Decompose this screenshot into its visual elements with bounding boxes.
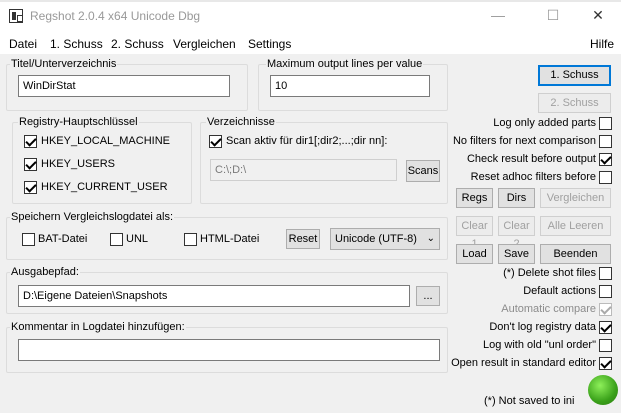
hku-checkbox[interactable] <box>24 158 37 171</box>
menu-1-schuss[interactable]: 1. Schuss <box>50 37 103 51</box>
regs-button[interactable]: Regs <box>456 188 493 208</box>
open-result-label: Open result in standard editor <box>451 357 596 369</box>
status-text: (*) Not saved to ini <box>484 395 575 407</box>
max-lines-label: Maximum output lines per value <box>266 58 424 70</box>
browse-button[interactable]: ... <box>416 286 440 306</box>
html-checkbox[interactable] <box>184 233 197 246</box>
menu-datei[interactable]: Datei <box>9 37 37 51</box>
hklm-label: HKEY_LOCAL_MACHINE <box>41 135 170 147</box>
comment-label: Kommentar in Logdatei hinzufügen: <box>10 321 186 333</box>
default-actions-label: Default actions <box>523 285 596 297</box>
encoding-select[interactable]: Unicode (UTF-8) ⌄ <box>330 228 440 250</box>
delete-shot-checkbox[interactable] <box>599 267 612 280</box>
encoding-value: Unicode (UTF-8) <box>335 233 417 245</box>
registry-group-label: Registry-Hauptschlüssel <box>18 116 139 128</box>
delete-shot-label: (*) Delete shot files <box>503 267 596 279</box>
clear1-button[interactable]: Clear 1 <box>456 216 493 250</box>
beenden-button[interactable]: Beenden <box>540 244 611 264</box>
save-format-label: Speichern Vergleichslogdatei als: <box>10 211 175 223</box>
maximize-button[interactable]: ☐ <box>539 4 567 26</box>
regshot-app-icon <box>9 9 23 23</box>
menu-2-schuss[interactable]: 2. Schuss <box>111 37 164 51</box>
hkcu-checkbox[interactable] <box>24 181 37 194</box>
menu-hilfe[interactable]: Hilfe <box>590 37 614 51</box>
automatic-compare-label: Automatic compare <box>501 303 596 315</box>
scan-dirs-label: Scan aktiv für dir1[;dir2;...;dir nn]: <box>226 135 388 147</box>
reset-adhoc-checkbox[interactable] <box>599 171 612 184</box>
dirs-path-input[interactable]: C:\;D:\ <box>210 159 397 181</box>
hklm-checkbox[interactable] <box>24 135 37 148</box>
dont-log-registry-label: Don't log registry data <box>489 321 596 333</box>
alle-leeren-button[interactable]: Alle Leeren <box>540 216 611 236</box>
output-path-input[interactable]: D:\Eigene Dateien\Snapshots <box>18 285 410 307</box>
vergleichen-button[interactable]: Vergleichen <box>540 188 611 208</box>
minimize-button[interactable]: — <box>484 4 512 26</box>
title-input[interactable]: WinDirStat <box>18 75 230 97</box>
menu-settings[interactable]: Settings <box>248 37 291 51</box>
dirs-group-label: Verzeichnisse <box>206 116 276 128</box>
hku-label: HKEY_USERS <box>41 158 115 170</box>
bat-checkbox[interactable] <box>22 233 35 246</box>
open-result-checkbox[interactable] <box>599 357 612 370</box>
bat-label: BAT-Datei <box>38 233 88 245</box>
hkcu-label: HKEY_CURRENT_USER <box>41 181 168 193</box>
scans-button[interactable]: Scans <box>406 160 440 182</box>
check-result-label: Check result before output <box>466 153 596 165</box>
no-filters-label: No filters for next comparison <box>452 135 596 147</box>
comment-input[interactable] <box>18 339 440 361</box>
save-button[interactable]: Save <box>498 244 535 264</box>
chevron-down-icon: ⌄ <box>426 233 435 244</box>
unl-label: UNL <box>126 233 149 245</box>
dirs-button[interactable]: Dirs <box>498 188 535 208</box>
unl-checkbox[interactable] <box>110 233 123 246</box>
automatic-compare-checkbox[interactable] <box>599 303 612 316</box>
close-button[interactable]: ✕ <box>584 4 612 26</box>
reset-button[interactable]: Reset <box>286 229 320 249</box>
title-group-label: Titel/Unterverzeichnis <box>10 58 118 70</box>
html-label: HTML-Datei <box>200 233 260 245</box>
shot2-button[interactable]: 2. Schuss <box>538 93 611 113</box>
regshot-window: Regshot 2.0.4 x64 Unicode Dbg — ☐ ✕ Date… <box>0 0 621 413</box>
load-button[interactable]: Load <box>456 244 493 264</box>
no-filters-checkbox[interactable] <box>599 135 612 148</box>
window-title: Regshot 2.0.4 x64 Unicode Dbg <box>30 9 201 23</box>
scan-dirs-checkbox[interactable] <box>209 135 222 148</box>
log-old-unl-checkbox[interactable] <box>599 339 612 352</box>
default-actions-checkbox[interactable] <box>599 285 612 298</box>
menu-vergleichen[interactable]: Vergleichen <box>173 37 236 51</box>
log-only-added-label: Log only added parts <box>493 117 596 129</box>
dont-log-registry-checkbox[interactable] <box>599 321 612 334</box>
check-result-checkbox[interactable] <box>599 153 612 166</box>
reset-adhoc-label: Reset adhoc filters before <box>470 171 596 183</box>
clear2-button[interactable]: Clear 2 <box>498 216 535 250</box>
status-light-icon <box>588 375 618 405</box>
output-path-label: Ausgabepfad: <box>10 266 80 278</box>
log-old-unl-label: Log with old "unl order" <box>483 339 596 351</box>
log-only-added-checkbox[interactable] <box>599 117 612 130</box>
max-lines-input[interactable]: 10 <box>270 75 430 97</box>
shot1-button[interactable]: 1. Schuss <box>538 65 611 86</box>
